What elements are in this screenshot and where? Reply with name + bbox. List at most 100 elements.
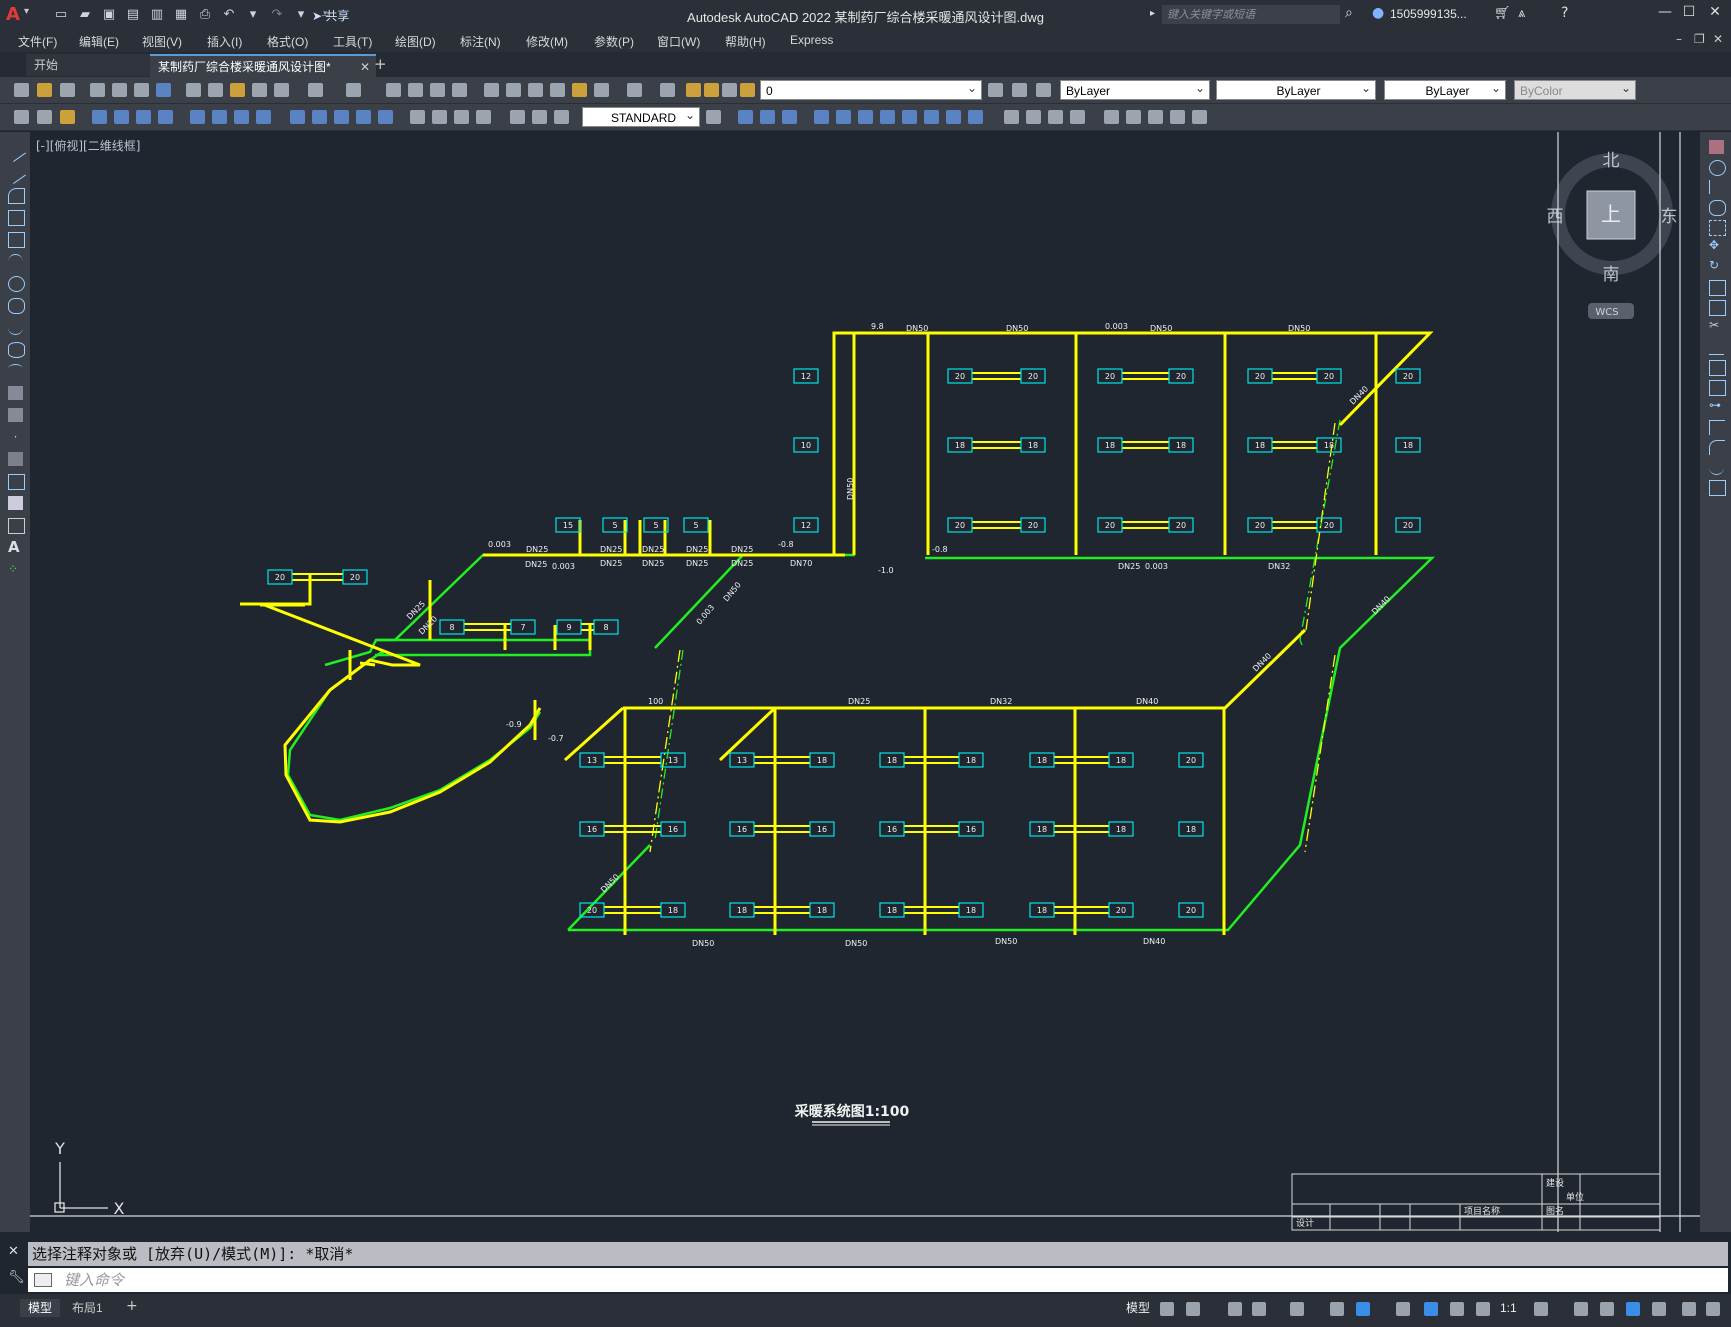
share-button[interactable]: ➤ 共享	[312, 7, 349, 24]
undo-dropdown-icon[interactable]: ▾	[244, 5, 262, 23]
tool-a-icon[interactable]	[14, 110, 29, 124]
array-icon[interactable]	[1709, 220, 1726, 236]
qnew-icon[interactable]	[14, 83, 29, 97]
jogged-dim-icon[interactable]	[212, 110, 227, 124]
menu-help[interactable]: 帮助(H)	[725, 33, 766, 50]
close-command-icon[interactable]: ✕	[8, 1244, 19, 1259]
search-icon[interactable]: ⌕	[1345, 5, 1353, 21]
markup-icon[interactable]	[572, 83, 587, 97]
revcloud-icon[interactable]	[8, 298, 25, 314]
ucs-b-icon[interactable]	[836, 110, 851, 124]
rotate-icon[interactable]: ↻	[1709, 258, 1724, 272]
quick-properties-icon[interactable]	[1626, 1302, 1640, 1316]
viewcube-south[interactable]: 南	[1603, 265, 1620, 285]
shade-c-icon[interactable]	[1048, 110, 1063, 124]
redo-icon[interactable]: ↷	[268, 5, 286, 23]
new-icon[interactable]: ▭	[52, 5, 70, 23]
maximize-icon[interactable]: ☐	[1678, 4, 1700, 24]
zoom-window-icon[interactable]	[430, 83, 445, 97]
ucs-e-icon[interactable]	[902, 110, 917, 124]
ucs-a-icon[interactable]	[814, 110, 829, 124]
join-icon[interactable]: ⊶	[1709, 398, 1724, 412]
color-dropdown[interactable]: ByLayer	[1060, 78, 1210, 100]
table-icon[interactable]	[8, 518, 25, 534]
doc-close-icon[interactable]: ✕	[1713, 32, 1723, 46]
rectangle-icon[interactable]	[8, 232, 25, 248]
menu-view[interactable]: 视图(V)	[142, 33, 182, 50]
add-selected-icon[interactable]: ⁘	[8, 562, 23, 576]
ellipse-arc-icon[interactable]	[8, 364, 23, 379]
customize-status-icon[interactable]	[1706, 1302, 1720, 1316]
make-current-layer-icon[interactable]	[988, 83, 1003, 97]
redo-dropdown-icon[interactable]: ▾	[292, 5, 310, 23]
tolerance-icon[interactable]	[410, 110, 425, 124]
save-web-icon[interactable]: ▦	[172, 5, 190, 23]
workspace-gear-icon[interactable]	[1534, 1302, 1548, 1316]
angular-dim-icon[interactable]	[256, 110, 271, 124]
expand-arrow-icon[interactable]: ▸	[1150, 8, 1155, 19]
dim-break-icon[interactable]	[378, 110, 393, 124]
new-tab-icon[interactable]: +	[374, 55, 387, 73]
sheet-set-icon[interactable]	[550, 83, 565, 97]
fullscreen-icon[interactable]	[1682, 1302, 1696, 1316]
layer-viewport-icon[interactable]	[722, 83, 737, 97]
redo-tool-icon[interactable]	[346, 83, 361, 97]
units-icon[interactable]	[1600, 1302, 1614, 1316]
search-input[interactable]: 键入关键字或短语	[1162, 5, 1340, 24]
save-icon[interactable]: ▣	[100, 5, 118, 23]
layer-lock-icon[interactable]	[740, 83, 755, 97]
fillet-icon[interactable]	[1709, 440, 1725, 455]
arc-dim-icon[interactable]	[136, 110, 151, 124]
viewport-controls[interactable]: [-][俯视][二维线框]	[36, 137, 140, 154]
object-snap-icon[interactable]	[1356, 1302, 1370, 1316]
match-prop-icon[interactable]	[252, 83, 267, 97]
ortho-icon[interactable]	[1228, 1302, 1242, 1316]
annotation-scale-icon[interactable]	[1476, 1302, 1490, 1316]
view-c-icon[interactable]	[782, 110, 797, 124]
open-web-icon[interactable]: ▥	[148, 5, 166, 23]
viewcube-east[interactable]: 东	[1661, 207, 1678, 227]
view-b-icon[interactable]	[760, 110, 775, 124]
viewcube-north[interactable]: 北	[1603, 151, 1620, 171]
tab-close-icon[interactable]: ✕	[360, 56, 370, 78]
layer-freeze-icon[interactable]	[704, 83, 719, 97]
center-mark-icon[interactable]	[432, 110, 447, 124]
model-layout-tab[interactable]: 模型	[20, 1299, 61, 1317]
insert-block-icon[interactable]	[8, 386, 23, 400]
aligned-dim-icon[interactable]	[114, 110, 129, 124]
shade-d-icon[interactable]	[1070, 110, 1085, 124]
circle-icon[interactable]	[8, 276, 25, 292]
menu-draw[interactable]: 绘图(D)	[395, 33, 436, 50]
viewcube[interactable]: 上 北 南 西 东 WCS	[1547, 151, 1678, 319]
undo-icon[interactable]: ↶	[220, 5, 238, 23]
line-icon[interactable]	[5, 141, 26, 162]
erase-icon[interactable]	[1709, 140, 1724, 154]
dim-text-edit-icon[interactable]	[532, 110, 547, 124]
diameter-dim-icon[interactable]	[234, 110, 249, 124]
dim-style-icon[interactable]	[706, 110, 721, 124]
viewcube-west[interactable]: 西	[1547, 207, 1564, 227]
user-icon[interactable]: ●	[1372, 5, 1384, 21]
polyline-icon[interactable]	[8, 188, 25, 204]
break-icon[interactable]	[1709, 380, 1726, 396]
mirror-icon[interactable]	[1709, 180, 1725, 194]
render-a-icon[interactable]	[1104, 110, 1119, 124]
user-name[interactable]: 1505999135...	[1390, 7, 1467, 21]
command-prompt-icon[interactable]	[34, 1273, 52, 1287]
print-icon[interactable]	[90, 83, 105, 97]
arc-icon[interactable]	[8, 254, 23, 269]
customize-command-icon[interactable]: 🔧︎	[8, 1270, 25, 1285]
annotation-monitor-icon[interactable]	[1574, 1302, 1588, 1316]
tool-b-icon[interactable]	[37, 110, 52, 124]
view-a-icon[interactable]	[738, 110, 753, 124]
tab-start[interactable]: 开始	[26, 54, 162, 76]
saveas-icon[interactable]: ▤	[124, 5, 142, 23]
construction-line-icon[interactable]	[5, 163, 26, 184]
cut-icon[interactable]	[186, 83, 201, 97]
ucs-h-icon[interactable]	[968, 110, 983, 124]
help-tool-icon[interactable]	[627, 83, 642, 97]
move-icon[interactable]: ✥	[1709, 238, 1724, 252]
isolate-objects-icon[interactable]	[1652, 1302, 1666, 1316]
open-icon[interactable]: ▰	[76, 5, 94, 23]
layer-dropdown[interactable]: 0	[760, 78, 982, 100]
